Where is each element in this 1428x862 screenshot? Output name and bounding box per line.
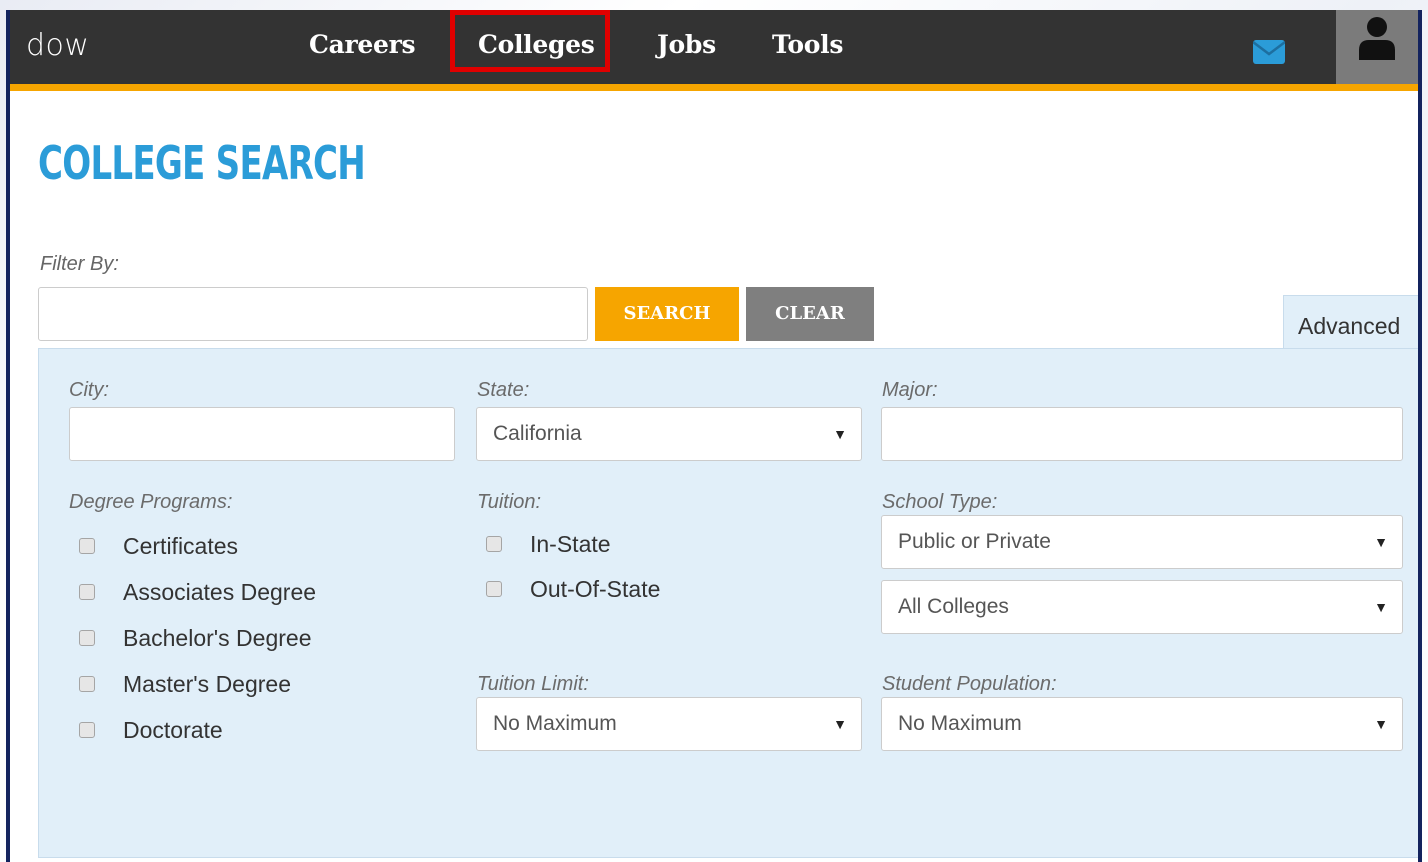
top-navigation-bar: dow Careers Colleges Jobs Tools: [10, 10, 1418, 91]
brand-logo-text[interactable]: dow: [26, 28, 89, 63]
tuition-option-in-state[interactable]: In-State: [486, 529, 611, 559]
checkbox[interactable]: [79, 675, 95, 692]
chevron-down-icon: ▼: [1374, 716, 1388, 732]
mail-icon[interactable]: [1253, 40, 1285, 64]
checkbox[interactable]: [79, 537, 95, 554]
degree-option-label: Associates Degree: [123, 579, 317, 605]
state-label: State:: [477, 379, 530, 401]
search-button[interactable]: SEARCH: [595, 287, 739, 341]
degree-option-associates[interactable]: Associates Degree: [79, 577, 316, 607]
chevron-down-icon: ▼: [833, 716, 847, 732]
tuition-option-label: Out-Of-State: [530, 576, 661, 602]
school-type-label: School Type:: [882, 491, 998, 513]
college-kind-select-value: All Colleges: [898, 595, 1009, 618]
degree-option-masters[interactable]: Master's Degree: [79, 669, 291, 699]
degree-option-label: Bachelor's Degree: [123, 625, 312, 651]
student-population-label: Student Population:: [882, 673, 1057, 695]
page-frame: dow Careers Colleges Jobs Tools COLLEGE …: [0, 0, 1428, 862]
tuition-label: Tuition:: [477, 491, 542, 513]
clear-button[interactable]: CLEAR: [746, 287, 874, 341]
nav-careers[interactable]: Careers: [309, 30, 416, 59]
student-population-select[interactable]: No Maximum ▼: [881, 697, 1403, 751]
checkbox[interactable]: [486, 535, 502, 552]
tuition-option-label: In-State: [530, 531, 611, 557]
user-menu-button[interactable]: [1336, 10, 1418, 84]
filter-input[interactable]: [38, 287, 588, 341]
checkbox[interactable]: [79, 583, 95, 600]
degree-option-label: Master's Degree: [123, 671, 292, 697]
nav-tools[interactable]: Tools: [772, 30, 843, 59]
degree-option-label: Doctorate: [123, 717, 223, 743]
tuition-limit-select-value: No Maximum: [493, 712, 617, 735]
checkbox[interactable]: [79, 629, 95, 646]
degree-option-bachelors[interactable]: Bachelor's Degree: [79, 623, 312, 653]
advanced-search-panel: City: State: California ▼ Major: Degree …: [38, 348, 1418, 858]
state-select-value: California: [493, 422, 582, 445]
city-label: City:: [69, 379, 109, 401]
degree-option-certificates[interactable]: Certificates: [79, 531, 238, 561]
browser-viewport: dow Careers Colleges Jobs Tools COLLEGE …: [6, 10, 1422, 862]
degree-option-doctorate[interactable]: Doctorate: [79, 715, 223, 745]
college-kind-select[interactable]: All Colleges ▼: [881, 580, 1403, 634]
student-population-select-value: No Maximum: [898, 712, 1022, 735]
colleges-highlight-annotation: [450, 10, 610, 72]
filter-label: Filter By:: [40, 253, 119, 275]
degree-option-label: Certificates: [123, 533, 239, 559]
school-type-select[interactable]: Public or Private ▼: [881, 515, 1403, 569]
major-input[interactable]: [881, 407, 1403, 461]
page-title: COLLEGE SEARCH: [38, 136, 366, 190]
city-input[interactable]: [69, 407, 455, 461]
school-type-select-value: Public or Private: [898, 530, 1051, 553]
checkbox[interactable]: [486, 580, 502, 597]
chevron-down-icon: ▼: [833, 426, 847, 442]
state-select[interactable]: California ▼: [476, 407, 862, 461]
major-label: Major:: [882, 379, 938, 401]
degree-programs-label: Degree Programs:: [69, 491, 233, 513]
tuition-limit-label: Tuition Limit:: [477, 673, 589, 695]
user-icon: [1359, 17, 1395, 60]
chevron-down-icon: ▼: [1374, 534, 1388, 550]
nav-jobs[interactable]: Jobs: [657, 30, 716, 59]
chevron-down-icon: ▼: [1374, 599, 1388, 615]
tuition-limit-select[interactable]: No Maximum ▼: [476, 697, 862, 751]
tuition-option-out-of-state[interactable]: Out-Of-State: [486, 574, 660, 604]
checkbox[interactable]: [79, 721, 95, 738]
